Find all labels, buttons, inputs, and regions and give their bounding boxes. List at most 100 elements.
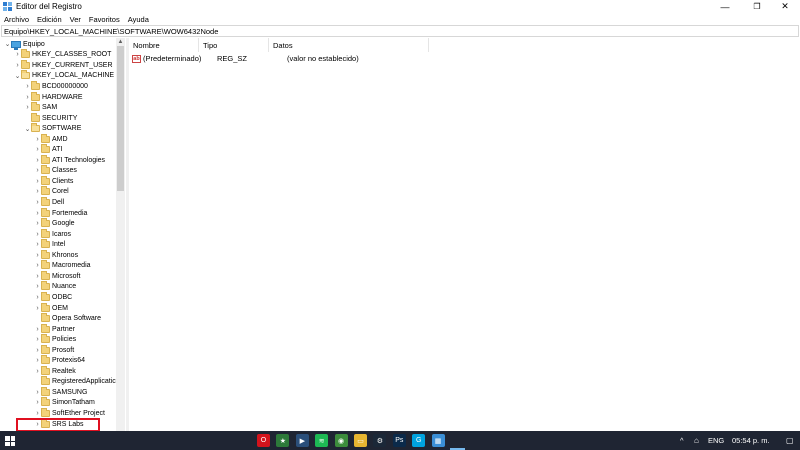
chevron-right-icon[interactable]: › [14,60,21,70]
tree-node[interactable]: › Khronos [34,249,78,261]
tree-node[interactable]: › SimonTatham [34,397,95,409]
chevron-right-icon[interactable]: › [14,50,21,60]
column-header-tipo[interactable]: Tipo [199,38,269,52]
tree-node[interactable]: › Policies [34,334,76,345]
menu-edicion[interactable]: Edición [33,15,66,24]
tree-node[interactable]: › Fortemedia [34,207,87,219]
chevron-right-icon[interactable]: › [34,134,41,144]
tree-node[interactable]: › Protexis64 [34,355,85,367]
chevron-right-icon[interactable]: › [34,166,41,176]
chevron-right-icon[interactable]: › [34,155,41,165]
tree-node[interactable]: › SAM [24,102,57,113]
tree-node[interactable]: SECURITY [24,112,77,124]
chevron-right-icon[interactable]: › [34,398,41,408]
regedit-icon[interactable]: ▦ [431,434,445,447]
tree-node[interactable]: › SAMSUNG [34,386,87,398]
network-icon[interactable]: ⌂ [694,431,699,450]
menu-ver[interactable]: Ver [66,15,85,24]
chevron-right-icon[interactable]: › [34,345,41,355]
tree-node[interactable]: › Google [34,218,75,229]
photoshop-icon[interactable]: Ps [392,434,406,447]
chevron-right-icon[interactable]: › [34,229,41,239]
list-item[interactable]: ab (Predeterminado) REG_SZ (valor no est… [129,53,359,64]
tree-node[interactable]: › Classes [34,165,77,177]
chevron-right-icon[interactable]: › [34,198,41,208]
tree-node[interactable]: › Microsoft [34,270,81,282]
column-header-nombre[interactable]: Nombre [129,38,199,52]
chevron-right-icon[interactable]: › [24,92,31,102]
chevron-down-icon[interactable]: ⌄ [24,124,31,134]
tree-scrollbar-thumb[interactable] [117,46,124,191]
tree-node[interactable]: › HARDWARE [24,91,83,103]
chevron-right-icon[interactable]: › [34,282,41,292]
tray-overflow-icon[interactable]: ^ [680,431,684,450]
tree-node[interactable]: › Intel [34,239,65,250]
tree-node[interactable]: › OEM [34,302,68,314]
tree-node[interactable]: › ATI Technologies [34,154,105,166]
tree-node[interactable]: › AMD [34,133,68,145]
chevron-right-icon[interactable]: › [34,356,41,366]
column-header-datos[interactable]: Datos [269,38,429,52]
tree-node[interactable]: › Clients [34,175,73,187]
language-indicator[interactable]: ENG [708,431,724,450]
chevron-right-icon[interactable]: › [24,103,31,113]
menu-archivo[interactable]: Archivo [0,15,33,24]
tree-scroll-up-icon[interactable]: ▲ [116,38,125,46]
chevron-right-icon[interactable]: › [34,409,41,419]
chevron-right-icon[interactable]: › [34,292,41,302]
chevron-right-icon[interactable]: › [34,271,41,281]
tree-node[interactable]: › HKEY_CURRENT_USER [14,59,113,71]
chevron-right-icon[interactable]: › [34,145,41,155]
maximize-button[interactable]: ❐ [742,0,772,13]
logitech-icon[interactable]: G [412,434,426,447]
tree-node[interactable]: › Partner [34,323,75,335]
close-button[interactable]: ✕ [770,0,800,13]
menu-ayuda[interactable]: Ayuda [124,15,153,24]
address-bar[interactable]: Equipo\HKEY_LOCAL_MACHINE\SOFTWARE\WOW64… [1,25,799,37]
chevron-down-icon[interactable]: ⌄ [4,39,11,49]
chrome-icon[interactable]: ◉ [334,434,348,447]
tree-node[interactable]: ⌄ Equipo [4,39,45,50]
chevron-right-icon[interactable]: › [34,303,41,313]
tree-node[interactable]: › Corel [34,186,69,198]
chevron-right-icon[interactable]: › [34,366,41,376]
camtasia-icon[interactable]: ★ [276,434,290,447]
chevron-right-icon[interactable]: › [34,187,41,197]
chevron-right-icon[interactable]: › [34,208,41,218]
tree-node-label: Microsoft [52,272,81,280]
tree-node[interactable]: › Prosoft [34,344,74,356]
chevron-right-icon[interactable]: › [34,324,41,334]
windows-start-icon[interactable] [5,436,15,446]
chevron-right-icon[interactable]: › [34,219,41,229]
spotify-icon[interactable]: ≋ [315,434,329,447]
chevron-right-icon[interactable]: › [34,176,41,186]
notifications-icon[interactable]: ▢ [786,431,794,450]
tree-node[interactable]: › ATI [34,144,62,156]
tree-node[interactable]: › HKEY_CLASSES_ROOT [14,49,111,61]
menu-favoritos[interactable]: Favoritos [85,15,124,24]
tree-node[interactable]: › Dell [34,197,64,208]
chevron-right-icon[interactable]: › [34,261,41,271]
chevron-right-icon[interactable]: › [34,250,41,260]
minimize-button[interactable]: — [710,0,740,13]
tree-node[interactable]: › BCD00000000 [24,80,88,92]
chevron-right-icon[interactable]: › [34,387,41,397]
tree-node[interactable]: ⌄ SOFTWARE [24,123,81,134]
tree-node[interactable]: › Macromedia [34,260,91,272]
tree-node[interactable]: ⌄ HKEY_LOCAL_MACHINE [14,70,114,82]
chevron-right-icon[interactable]: › [34,335,41,345]
tree-node[interactable]: › Nuance [34,281,76,293]
tree-node[interactable]: Opera Software [34,313,101,324]
tree-node[interactable]: › ODBC [34,291,72,303]
chevron-right-icon[interactable]: › [34,240,41,250]
tree-node[interactable]: › Realtek [34,365,76,377]
file-explorer-icon[interactable]: ▭ [354,434,367,447]
tree-node[interactable]: RegisteredApplicatic [34,376,116,388]
tree-node[interactable]: › Icaros [34,228,71,240]
media-player-icon[interactable]: ▶ [295,434,309,447]
steam-icon[interactable]: ⚙ [373,434,387,447]
opera-icon[interactable]: O [257,434,270,447]
clock[interactable]: 05:54 p. m. [732,431,770,450]
chevron-right-icon[interactable]: › [24,81,31,91]
chevron-down-icon[interactable]: ⌄ [14,71,21,81]
